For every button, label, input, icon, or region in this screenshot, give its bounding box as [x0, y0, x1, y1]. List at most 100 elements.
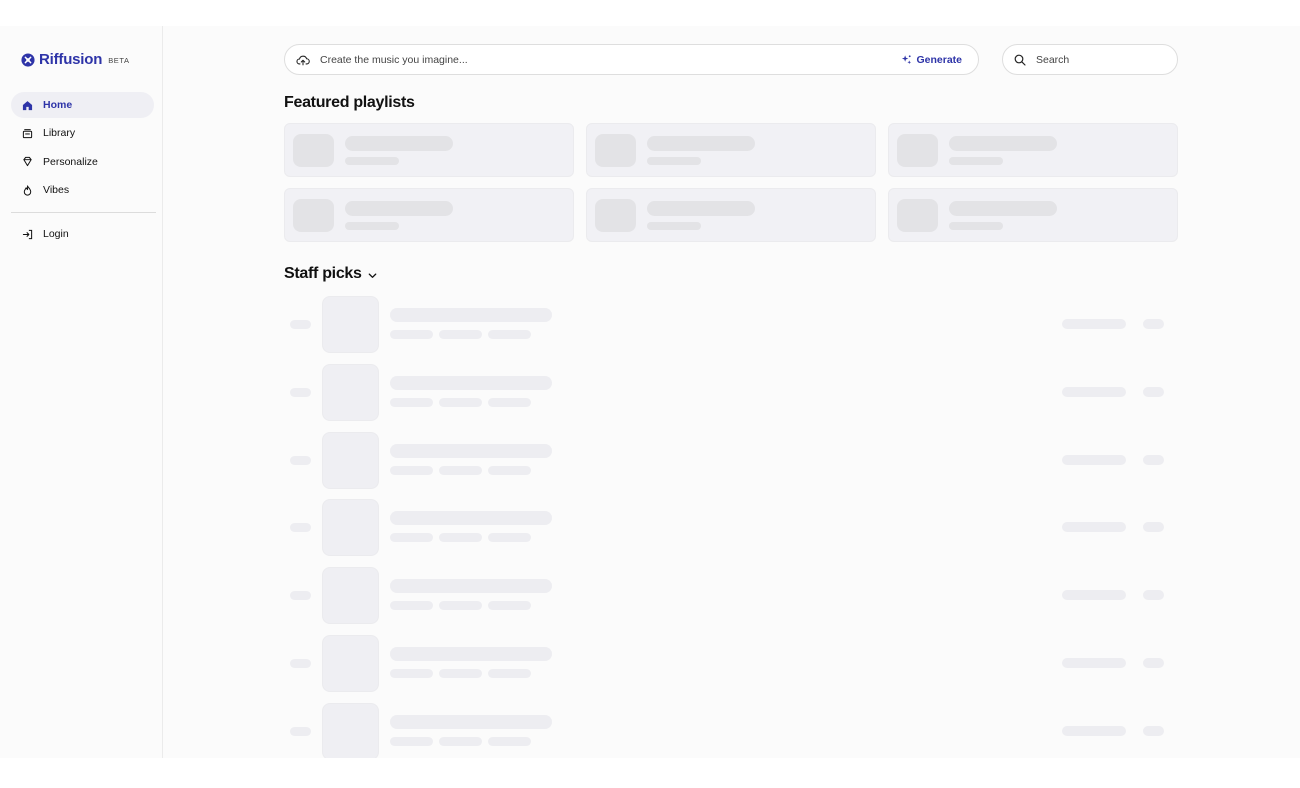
playlist-thumb-skeleton [897, 199, 938, 232]
playlist-title-skeleton [647, 201, 755, 216]
track-tag-skeleton [390, 533, 433, 542]
sparkle-icon [902, 55, 912, 65]
track-meta-skeleton [1062, 319, 1126, 329]
track-tag-skeleton [439, 737, 482, 746]
track-art-skeleton [322, 364, 379, 421]
track-title-skeleton [390, 308, 552, 322]
create-bar: Generate [284, 44, 979, 75]
playlist-title-skeleton [647, 136, 755, 151]
flame-icon [23, 185, 32, 196]
search-icon [1014, 54, 1026, 66]
track-duration-skeleton [1143, 455, 1164, 465]
playlist-subtitle-skeleton [345, 157, 399, 165]
staff-picks-title: Staff picks [284, 265, 362, 282]
track-tag-skeleton [488, 669, 531, 678]
track-tag-skeleton [439, 466, 482, 475]
track-art-skeleton [322, 296, 379, 353]
login-button[interactable]: Login [11, 221, 154, 247]
track-row-skeleton [284, 635, 1178, 693]
playlist-card-skeleton [888, 123, 1178, 177]
featured-playlists-title: Featured playlists [284, 94, 415, 111]
track-tag-skeleton [390, 737, 433, 746]
playlist-thumb-skeleton [897, 134, 938, 167]
track-duration-skeleton [1143, 590, 1164, 600]
track-art-skeleton [322, 567, 379, 624]
riffusion-logo-icon [21, 52, 35, 67]
track-title-skeleton [390, 511, 552, 525]
track-duration-skeleton [1143, 522, 1164, 532]
playlist-card-skeleton [586, 123, 876, 177]
track-row-skeleton [284, 432, 1178, 490]
track-tag-skeleton [439, 398, 482, 407]
login-icon [22, 229, 33, 239]
track-tag-skeleton [488, 601, 531, 610]
home-icon [22, 100, 33, 110]
track-number-skeleton [290, 659, 311, 668]
sidebar-nav: Home Library Personalize Vibes [11, 92, 154, 206]
sidebar-item-vibes[interactable]: Vibes [11, 177, 154, 203]
track-art-skeleton [322, 635, 379, 692]
track-tag-skeleton [390, 330, 433, 339]
track-number-skeleton [290, 388, 311, 397]
playlist-title-skeleton [949, 201, 1057, 216]
track-art-skeleton [322, 703, 379, 758]
sidebar-item-label: Library [43, 127, 76, 140]
track-row-skeleton [284, 703, 1178, 758]
playlist-thumb-skeleton [595, 134, 636, 167]
playlist-title-skeleton [345, 136, 453, 151]
generate-button[interactable]: Generate [901, 54, 962, 66]
track-number-skeleton [290, 591, 311, 600]
login-label: Login [43, 228, 69, 240]
track-tag-skeleton [390, 601, 433, 610]
search-input[interactable] [1034, 52, 1177, 67]
track-duration-skeleton [1143, 658, 1164, 668]
logo[interactable]: Riffusion BETA [21, 51, 130, 68]
sidebar-item-label: Vibes [43, 184, 70, 197]
beta-badge: BETA [108, 56, 130, 65]
create-prompt-input[interactable] [318, 52, 902, 67]
playlist-subtitle-skeleton [345, 222, 399, 230]
track-tag-skeleton [488, 466, 531, 475]
sidebar-item-personalize[interactable]: Personalize [11, 149, 154, 175]
cloud-upload-icon [296, 55, 310, 65]
generate-label: Generate [916, 53, 962, 66]
playlist-subtitle-skeleton [647, 222, 701, 230]
sidebar-item-label: Home [43, 99, 73, 111]
track-meta-skeleton [1062, 726, 1126, 736]
gem-icon [23, 157, 32, 167]
track-tag-skeleton [488, 737, 531, 746]
library-icon [22, 129, 33, 139]
playlist-subtitle-skeleton [647, 157, 701, 165]
playlist-title-skeleton [949, 136, 1057, 151]
track-meta-skeleton [1062, 455, 1126, 465]
track-meta-skeleton [1062, 658, 1126, 668]
sidebar: Riffusion BETA Home Library Personalize … [0, 26, 163, 758]
track-row-skeleton [284, 296, 1178, 354]
track-title-skeleton [390, 376, 552, 390]
track-art-skeleton [322, 432, 379, 489]
track-tag-skeleton [488, 330, 531, 339]
track-number-skeleton [290, 727, 311, 736]
sidebar-item-home[interactable]: Home [11, 92, 154, 118]
track-tag-skeleton [439, 533, 482, 542]
track-duration-skeleton [1143, 319, 1164, 329]
track-tag-skeleton [488, 533, 531, 542]
track-number-skeleton [290, 320, 311, 329]
track-meta-skeleton [1062, 387, 1126, 397]
track-duration-skeleton [1143, 726, 1164, 736]
sidebar-item-library[interactable]: Library [11, 120, 154, 146]
track-meta-skeleton [1062, 590, 1126, 600]
chevron-down-icon [368, 272, 376, 278]
sidebar-divider [11, 212, 156, 213]
playlist-card-skeleton [586, 188, 876, 242]
playlist-subtitle-skeleton [949, 157, 1003, 165]
playlist-card-skeleton [284, 188, 574, 242]
track-duration-skeleton [1143, 387, 1164, 397]
sidebar-item-label: Personalize [43, 155, 98, 168]
track-title-skeleton [390, 579, 552, 593]
track-title-skeleton [390, 647, 552, 661]
search-bar [1002, 44, 1178, 75]
track-row-skeleton [284, 567, 1178, 625]
track-number-skeleton [290, 523, 311, 532]
staff-picks-dropdown[interactable]: Staff picks [284, 265, 378, 283]
